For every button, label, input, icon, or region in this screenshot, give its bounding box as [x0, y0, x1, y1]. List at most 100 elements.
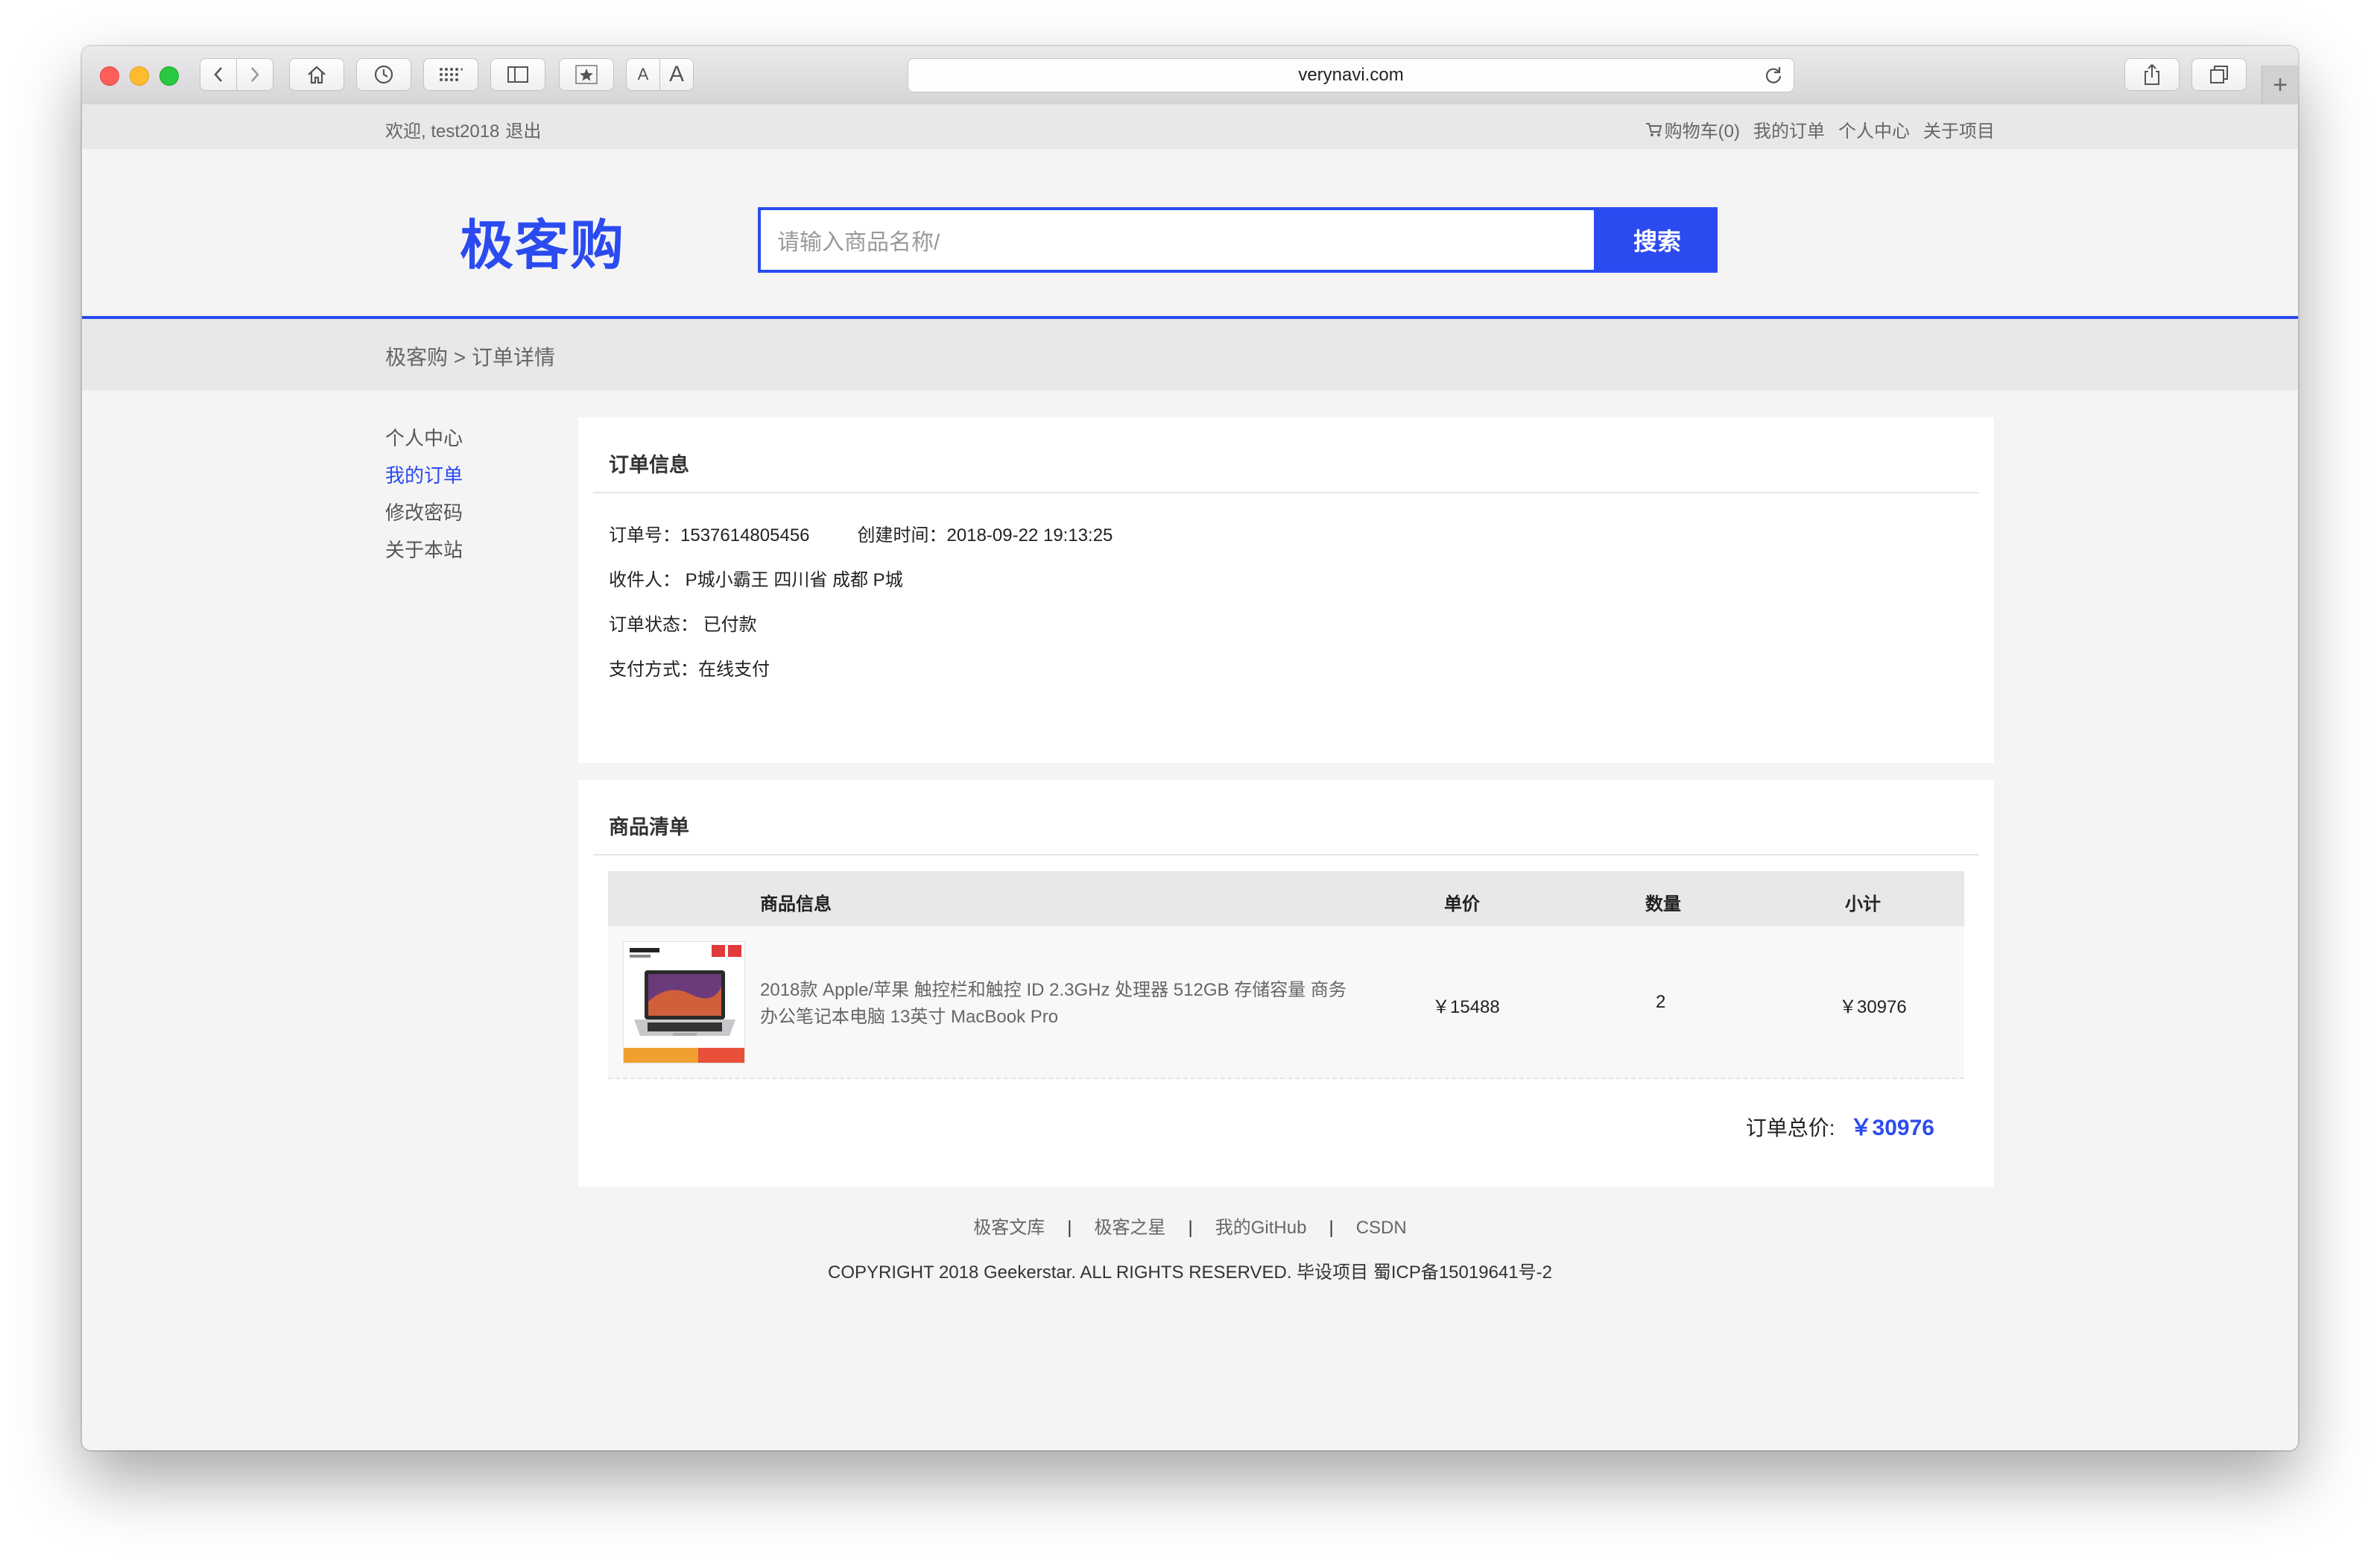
divider — [593, 492, 1979, 493]
plus-icon: + — [2273, 70, 2288, 99]
order-number-line: 订单号：1537614805456 创建时间：2018-09-22 19:13:2… — [609, 520, 1113, 546]
receiver-label: 收件人： — [609, 570, 680, 590]
history-button[interactable] — [356, 58, 411, 91]
text-smaller-button[interactable]: A — [626, 58, 660, 91]
close-window-button[interactable] — [100, 66, 119, 86]
sidenav-item-change-password[interactable]: 修改密码 — [385, 498, 463, 535]
breadcrumb-home[interactable]: 极客购 — [385, 346, 448, 369]
grid-icon — [440, 68, 463, 81]
footer-link[interactable]: CSDN — [1356, 1218, 1407, 1238]
receiver: P城小霸王 四川省 成都 P城 — [685, 570, 903, 590]
column-header: 小计 — [1845, 894, 1881, 914]
sidenav-item-my-orders[interactable]: 我的订单 — [385, 461, 463, 498]
top-bar: 欢迎, test2018 退出 购物车(0) 我的订单 个人中心 关于项目 — [82, 104, 2298, 149]
divider — [593, 854, 1979, 856]
order-info-title: 订单信息 — [609, 454, 689, 476]
chevron-right-icon — [251, 67, 259, 82]
text-larger-button[interactable]: A — [659, 58, 694, 91]
footer-separator: | — [1067, 1218, 1072, 1238]
page: 欢迎, test2018 退出 购物车(0) 我的订单 个人中心 关于项目 极客购… — [82, 104, 2298, 1450]
header: 极客购 请输入商品名称/ 搜索 — [82, 149, 2298, 319]
product-name[interactable]: 2018款 Apple/苹果 触控栏和触控 ID 2.3GHz 处理器 512G… — [760, 977, 1364, 1031]
order-number-label: 订单号： — [609, 525, 680, 546]
welcome-text: 欢迎, test2018 — [385, 121, 500, 142]
payment-method: 在线支付 — [698, 660, 770, 680]
site-logo[interactable]: 极客购 — [460, 201, 625, 279]
order-total-amount: ￥30976 — [1849, 1116, 1934, 1140]
breadcrumb-current: 订单详情 — [471, 346, 555, 369]
minimize-window-button[interactable] — [130, 66, 149, 86]
product-thumbnail[interactable] — [623, 941, 745, 1063]
reload-icon[interactable] — [1764, 66, 1783, 85]
breadcrumb-separator: > — [453, 346, 466, 369]
sidenav-item-about-site[interactable]: 关于本站 — [385, 535, 463, 572]
browser-toolbar: A A verynavi.com + — [82, 46, 2298, 106]
order-number: 1537614805456 — [680, 525, 810, 546]
tabs-overview-button[interactable] — [2191, 58, 2247, 91]
subtotal: ￥30976 — [1839, 997, 1907, 1017]
order-status: 已付款 — [703, 615, 757, 635]
laptop-image — [624, 942, 744, 1063]
search-input[interactable]: 请输入商品名称/ — [758, 207, 1597, 273]
created-time-label: 创建时间： — [857, 525, 947, 546]
footer-separator: | — [1188, 1218, 1193, 1238]
unit-price: ￥15488 — [1432, 997, 1500, 1017]
share-button[interactable] — [2124, 58, 2180, 91]
top-sites-button[interactable] — [423, 58, 478, 91]
breadcrumb: 极客购 > 订单详情 — [385, 341, 555, 371]
quantity: 2 — [1656, 992, 1666, 1012]
table-row: 2018款 Apple/苹果 触控栏和触控 ID 2.3GHz 处理器 512G… — [608, 926, 1964, 1079]
column-header: 数量 — [1645, 894, 1681, 914]
star-icon — [575, 65, 598, 84]
cart-label: 购物车(0) — [1664, 121, 1740, 142]
column-header: 商品信息 — [760, 894, 832, 914]
receiver-line: 收件人： P城小霸王 四川省 成都 P城 — [609, 565, 903, 591]
cart-icon — [1645, 122, 1662, 136]
order-info-card: 订单信息 订单号：1537614805456 创建时间：2018-09-22 19… — [578, 417, 1994, 763]
goods-list-title: 商品清单 — [609, 816, 689, 838]
browser-window: A A verynavi.com + 欢迎, test2018 退出 购物车(0)… — [82, 46, 2298, 1450]
new-tab-button[interactable]: + — [2262, 66, 2298, 104]
home-icon — [308, 66, 326, 84]
about-project-link[interactable]: 关于项目 — [1923, 116, 1995, 142]
back-button[interactable] — [200, 58, 237, 91]
my-orders-link[interactable]: 我的订单 — [1753, 116, 1825, 142]
goods-table-header: 商品信息 单价 数量 小计 — [608, 871, 1964, 926]
created-time: 2018-09-22 19:13:25 — [946, 525, 1113, 546]
side-nav: 个人中心 我的订单 修改密码 关于本站 — [385, 423, 463, 572]
forward-button[interactable] — [236, 58, 273, 91]
home-button[interactable] — [289, 58, 344, 91]
search-button[interactable]: 搜索 — [1597, 207, 1718, 273]
footer-links: 极客文库 | 极客之星 | 我的GitHub | CSDN — [82, 1213, 2298, 1239]
clock-icon — [374, 65, 393, 84]
address-bar[interactable]: verynavi.com — [908, 58, 1794, 92]
footer-link[interactable]: 极客文库 — [973, 1218, 1045, 1238]
payment-line: 支付方式：在线支付 — [609, 654, 770, 680]
share-icon — [2145, 63, 2159, 85]
footer-link[interactable]: 我的GitHub — [1215, 1218, 1307, 1238]
order-total: 订单总价: ￥30976 — [1746, 1109, 1934, 1142]
breadcrumb-bar: 极客购 > 订单详情 — [82, 319, 2298, 391]
footer-separator: | — [1329, 1218, 1334, 1238]
top-nav: 购物车(0) 我的订单 个人中心 关于项目 — [1645, 116, 1995, 142]
payment-label: 支付方式： — [609, 660, 698, 680]
tabs-icon — [2210, 66, 2228, 83]
logout-link[interactable]: 退出 — [505, 121, 541, 142]
copyright: COPYRIGHT 2018 Geekerstar. ALL RIGHTS RE… — [828, 1262, 1552, 1283]
sidenav-item-personal-center[interactable]: 个人中心 — [385, 423, 463, 461]
url-text: verynavi.com — [1298, 65, 1404, 85]
chevron-left-icon — [214, 67, 222, 82]
sidebar-icon — [507, 66, 528, 83]
cart-link[interactable]: 购物车(0) — [1645, 116, 1740, 142]
zoom-window-button[interactable] — [159, 66, 179, 86]
search-placeholder: 请输入商品名称/ — [777, 230, 940, 255]
status-line: 订单状态： 已付款 — [609, 610, 757, 636]
sidebar-button[interactable] — [490, 58, 545, 91]
personal-center-link[interactable]: 个人中心 — [1838, 116, 1910, 142]
goods-list-card: 商品清单 商品信息 单价 数量 小计 2018款 Apple/苹果 触控栏和触控… — [578, 780, 1994, 1186]
footer-link[interactable]: 极客之星 — [1095, 1218, 1166, 1238]
status-label: 订单状态： — [609, 615, 698, 635]
column-header: 单价 — [1444, 894, 1480, 914]
bookmarks-button[interactable] — [559, 58, 614, 91]
welcome-area: 欢迎, test2018 退出 — [385, 116, 547, 142]
